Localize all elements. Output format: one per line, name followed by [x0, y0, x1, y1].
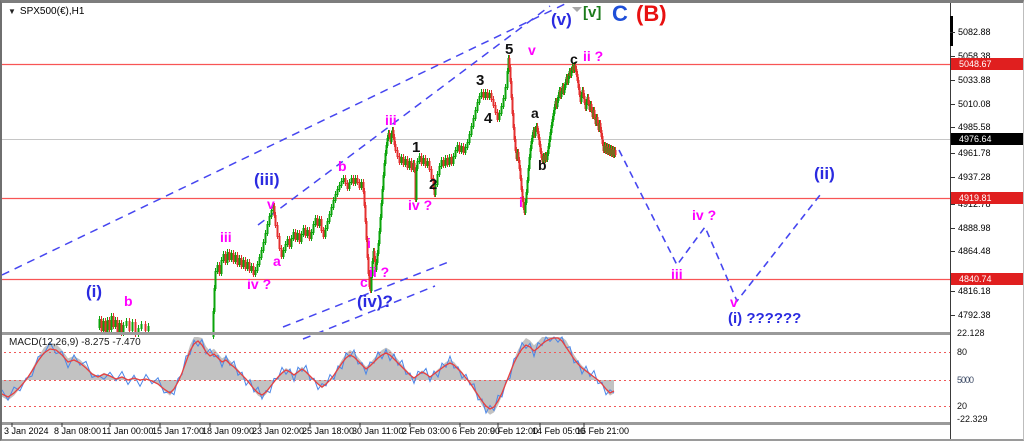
date-label: 9 Feb 12:00 [490, 427, 538, 436]
date-label: 16 Feb 21:00 [576, 427, 629, 436]
macd-axis-label: 22.128 [957, 329, 985, 338]
wave-label: 4 [484, 111, 492, 126]
wave-label: (B) [636, 3, 667, 25]
wave-label: a [531, 106, 539, 120]
wave-label: i [367, 236, 371, 250]
wave-label: 1 [412, 140, 420, 155]
macd-axis-label: 20 [957, 402, 967, 411]
wave-label: 3 [476, 73, 484, 88]
date-label: 15 Jan 17:00 [152, 427, 204, 436]
wave-label: iii [385, 113, 397, 127]
price-tag: 4976.64 [951, 133, 1024, 145]
date-label: 8 Jan 08:00 [54, 427, 101, 436]
price-tick-label: 5082.88 [958, 28, 991, 37]
wave-label: v [528, 43, 536, 57]
price-tick-label: 5033.88 [958, 76, 991, 85]
price-tick-label: 4816.18 [958, 287, 991, 296]
wave-label: ii ? [583, 49, 603, 63]
price-tick-label: 4864.48 [958, 247, 991, 256]
price-tag: 4919.81 [951, 192, 1024, 204]
chart-shift-icon [572, 7, 582, 12]
forecast-zigzag [619, 150, 820, 301]
macd-indicator-label: MACD(12,26,9) -8.275 -7.470 [9, 337, 141, 348]
wave-label: (iii) [254, 171, 280, 188]
wave-label: (v) [551, 11, 572, 28]
price-tick-label: 5010.08 [958, 100, 991, 109]
chevron-down-icon[interactable]: ▼ [8, 7, 16, 16]
date-label: 23 Jan 02:00 [252, 427, 304, 436]
date-label: 30 Jan 11:00 [352, 427, 403, 436]
symbol-title-text: SPX500(€),H1 [20, 6, 84, 17]
wave-label: (iv)? [357, 293, 393, 310]
price-tick-label: 4888.98 [958, 224, 991, 233]
price-tag: 4840.74 [951, 273, 1024, 285]
wave-label: v [267, 197, 275, 211]
date-label: 25 Jan 18:00 [302, 427, 354, 436]
symbol-title[interactable]: ▼ SPX500(€),H1 [8, 6, 84, 17]
wave-label: v [730, 295, 738, 309]
wave-label: (i) ?????? [728, 311, 801, 326]
price-tick-label: 4792.38 [958, 311, 991, 320]
date-label: 18 Jan 09:00 [202, 427, 254, 436]
wave-label: iv ? [692, 208, 716, 222]
wave-label: b [538, 158, 547, 172]
wave-label: 2 [429, 177, 437, 192]
price-tick-label: 4961.78 [958, 149, 991, 158]
price-tag: 5048.67 [951, 58, 1024, 70]
price-tick-label: 4937.28 [958, 173, 991, 182]
wave-label: iii [220, 230, 232, 244]
chart-canvas[interactable] [2, 3, 1024, 441]
wave-label: a [273, 254, 281, 268]
trading-chart-window: ▼ SPX500(€),H1 MACD(12,26,9) -8.275 -7.47… [0, 0, 1024, 441]
wave-label: 5 [505, 42, 513, 57]
wave-label: (ii) [814, 165, 835, 182]
wave-label: b [124, 294, 133, 308]
wave-label: iii [671, 267, 683, 281]
date-label: 3 Jan 2024 [4, 427, 49, 436]
trendline [258, 6, 550, 225]
wave-label: iv ? [247, 277, 271, 291]
wave-label: iv ? [408, 198, 432, 212]
macd-axis-label: -22.329 [957, 415, 988, 424]
wave-label: (i) [86, 283, 102, 300]
date-label: 2 Feb 03:00 [402, 427, 450, 436]
wave-label: ii ? [369, 265, 389, 279]
wave-label: i [519, 195, 523, 209]
axis-scroll-marker [950, 16, 953, 46]
wave-label: b [338, 159, 347, 173]
macd-axis-label: 5000 [957, 376, 973, 385]
macd-axis-label: 80 [957, 348, 967, 357]
price-tick-label: 4985.58 [958, 123, 991, 132]
wave-label: c [570, 52, 578, 66]
wave-label: c [360, 275, 368, 289]
date-label: 11 Jan 00:00 [102, 427, 153, 436]
wave-label: C [612, 3, 628, 25]
wave-label: [v] [583, 5, 601, 20]
